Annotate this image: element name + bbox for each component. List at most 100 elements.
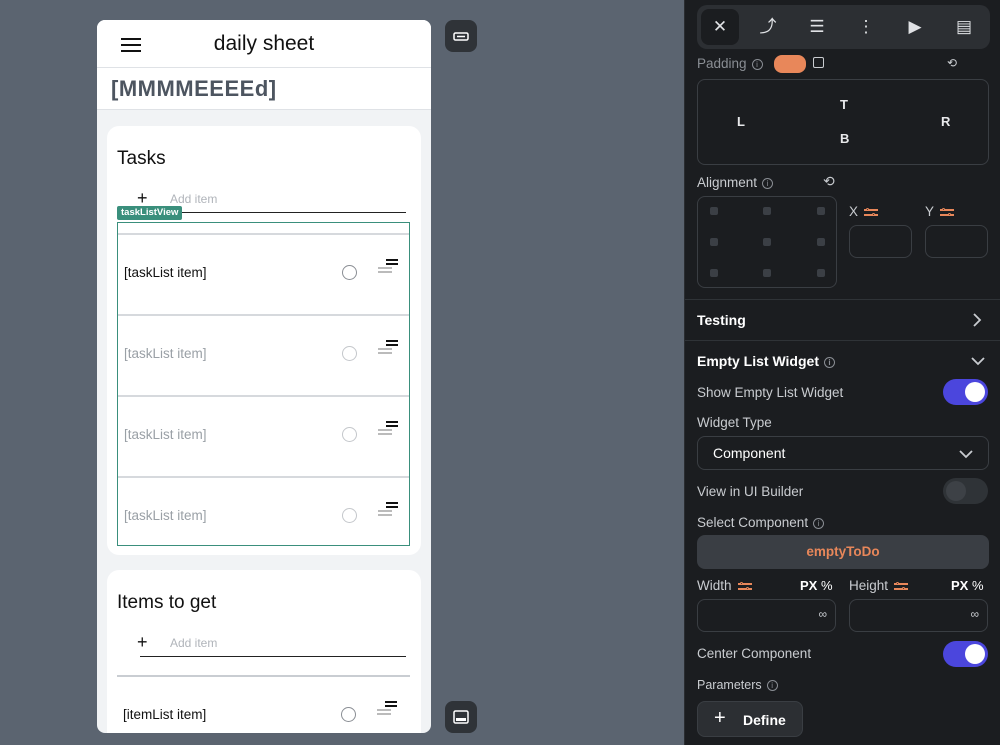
alignment-y-input[interactable] — [925, 225, 988, 258]
center-component-label: Center Component — [697, 646, 812, 661]
item-label: [itemList item] — [123, 707, 207, 722]
reset-icon[interactable]: ⟲ — [947, 56, 957, 70]
alignment-x-label: X — [849, 204, 879, 219]
info-icon: i — [824, 357, 835, 368]
item-label: [taskList item] — [124, 265, 207, 280]
padding-top[interactable]: T — [840, 97, 848, 112]
list-item[interactable]: [taskList item] — [118, 314, 409, 395]
plus-icon: + — [714, 707, 726, 729]
alignment-x-input[interactable] — [849, 225, 912, 258]
drag-handle-icon[interactable] — [378, 259, 398, 273]
widget-type-label: Widget Type — [697, 415, 772, 430]
bottom-panel-button[interactable] — [445, 701, 477, 733]
checkbox-circle[interactable] — [342, 346, 357, 361]
define-label: Define — [743, 712, 786, 728]
height-value: ∞ — [970, 607, 979, 621]
padding-right[interactable]: R — [941, 114, 950, 129]
drag-handle-icon[interactable] — [377, 701, 397, 715]
drag-handle-icon[interactable] — [378, 340, 398, 354]
padding-bottom[interactable]: B — [840, 131, 849, 146]
center-component-toggle[interactable] — [943, 641, 988, 667]
phone-preview[interactable]: daily sheet [MMMMEEEEd] Tasks + Add item… — [97, 20, 431, 733]
chevron-down-icon — [959, 450, 973, 459]
list-item[interactable]: [taskList item] — [118, 476, 409, 545]
empty-list-section-header[interactable]: Empty List Widget i — [697, 353, 835, 369]
tasks-card[interactable]: Tasks + Add item taskListView [taskList … — [107, 126, 421, 555]
padding-individual-icon[interactable] — [813, 57, 824, 68]
backend-query-icon[interactable]: ☰ — [798, 9, 836, 45]
task-list-view[interactable]: [taskList item] [taskList item] [taskLis… — [117, 222, 410, 546]
run-icon[interactable]: ▶ — [896, 9, 934, 45]
checkbox-circle[interactable] — [342, 508, 357, 523]
document-icon[interactable]: ▤ — [945, 9, 983, 45]
plus-icon[interactable]: + — [137, 632, 148, 653]
view-in-builder-label: View in UI Builder — [697, 484, 804, 499]
info-icon: i — [766, 680, 778, 691]
widget-type-dropdown[interactable]: Component — [697, 436, 989, 470]
component-value: emptyToDo — [806, 544, 880, 559]
show-empty-list-toggle[interactable] — [943, 379, 988, 405]
padding-editor[interactable]: T L B R — [697, 79, 989, 165]
reset-icon[interactable]: ⟲ — [823, 173, 835, 190]
input-underline — [140, 656, 406, 657]
add-item-row[interactable]: + Add item — [127, 632, 407, 657]
widget-type-value: Component — [713, 445, 786, 461]
panel-toolbar: ✕ ⤴ ☰ ⋮ ▶ ▤ — [697, 5, 990, 49]
alignment-grid[interactable] — [697, 196, 837, 288]
list-view-label: taskListView — [117, 206, 183, 220]
info-icon: i — [751, 59, 763, 70]
list-item[interactable]: [taskList item] — [118, 395, 409, 476]
checkbox-circle[interactable] — [341, 707, 356, 722]
checkbox-circle[interactable] — [342, 265, 357, 280]
select-component-label: Select Component i — [697, 515, 825, 530]
actions-icon[interactable]: ⤴ — [749, 9, 787, 45]
add-item-input[interactable]: Add item — [170, 636, 217, 650]
drag-handle-icon[interactable] — [378, 421, 398, 435]
padding-uniform-toggle[interactable] — [774, 55, 806, 73]
info-icon: i — [813, 518, 825, 529]
show-empty-list-label: Show Empty List Widget — [697, 385, 844, 400]
items-card[interactable]: Items to get + Add item [itemList item] — [107, 570, 421, 733]
variable-icon — [864, 207, 879, 217]
define-parameters-button[interactable]: + Define — [697, 701, 803, 737]
component-selector[interactable]: emptyToDo — [697, 535, 989, 569]
add-task-input[interactable]: Add item — [170, 192, 217, 206]
chevron-right-icon[interactable] — [971, 312, 983, 328]
height-input[interactable]: ∞ — [849, 599, 988, 632]
device-icon — [453, 32, 469, 41]
layout-icon[interactable]: ⋮ — [847, 9, 885, 45]
drag-handle-icon[interactable] — [378, 502, 398, 516]
items-title: Items to get — [117, 592, 217, 613]
variable-icon — [894, 581, 909, 591]
app-bar: daily sheet — [97, 20, 431, 68]
list-item[interactable]: [taskList item] — [118, 233, 409, 314]
list-item[interactable]: [itemList item] — [117, 675, 410, 733]
item-label: [taskList item] — [124, 346, 207, 361]
info-icon: i — [762, 178, 774, 189]
checkbox-circle[interactable] — [342, 427, 357, 442]
toggle-preview-button[interactable] — [445, 20, 477, 52]
divider — [685, 340, 1000, 341]
alignment-y-label: Y — [925, 204, 955, 219]
date-text: [MMMMEEEEd] — [97, 68, 431, 110]
width-input[interactable]: ∞ — [697, 599, 836, 632]
height-label: Height — [849, 578, 909, 593]
item-label: [taskList item] — [124, 508, 207, 523]
padding-left[interactable]: L — [737, 114, 745, 129]
width-label: Width — [697, 578, 752, 593]
height-units[interactable]: PX % — [951, 578, 984, 593]
app-title: daily sheet — [213, 32, 315, 55]
chevron-down-icon[interactable] — [970, 355, 986, 367]
width-units[interactable]: PX % — [800, 578, 833, 593]
builder-canvas: daily sheet [MMMMEEEEd] Tasks + Add item… — [0, 0, 684, 745]
view-in-builder-toggle[interactable] — [943, 478, 988, 504]
width-value: ∞ — [818, 607, 827, 621]
variable-icon — [737, 581, 752, 591]
alignment-label: Alignment i — [697, 175, 774, 190]
tasks-title: Tasks — [117, 148, 166, 169]
testing-section-header[interactable]: Testing — [697, 312, 746, 328]
properties-panel: ✕ ⤴ ☰ ⋮ ▶ ▤ Padding i ⟲ T L B R Alignment… — [684, 0, 1000, 745]
properties-icon[interactable]: ✕ — [701, 9, 739, 45]
variable-icon — [940, 207, 955, 217]
parameters-label: Parameters i — [697, 678, 778, 692]
